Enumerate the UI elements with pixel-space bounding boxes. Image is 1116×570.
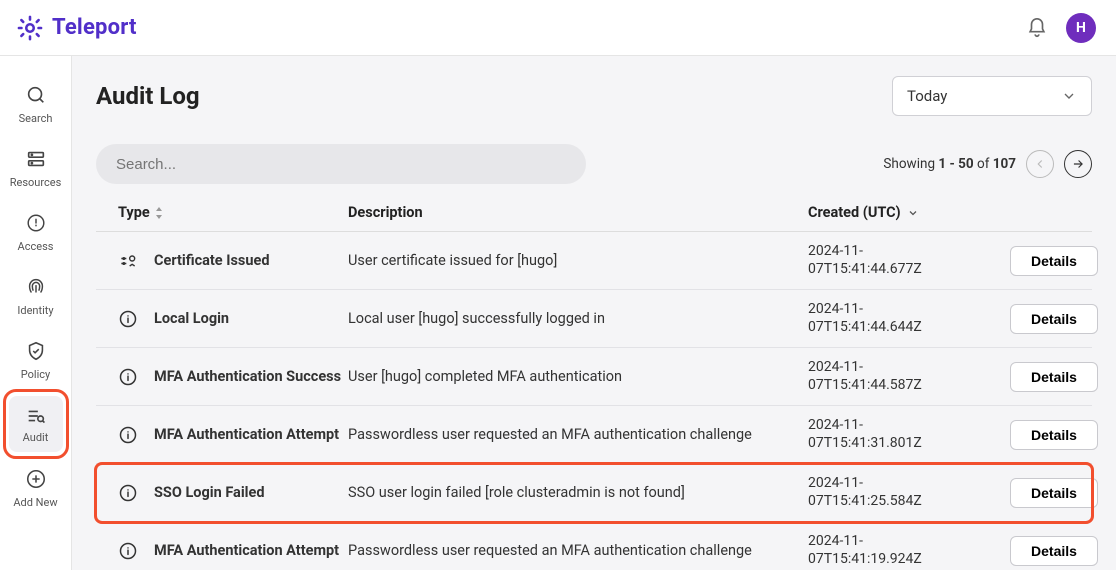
date-range-value: Today [907,87,947,105]
arrow-right-icon [1071,157,1085,171]
chevron-down-icon [1061,88,1077,104]
event-description: User certificate issued for [hugo] [348,252,808,269]
table-row: MFA Authentication Attempt Passwordless u… [96,522,1092,570]
sidebar-item-audit[interactable]: Audit [6,392,66,456]
event-created: 2024-11-07T15:41:19.924Z [808,533,968,568]
sidebar-item-resources[interactable]: Resources [6,136,66,200]
event-type: Local Login [154,310,229,327]
info-icon [118,483,138,503]
details-button[interactable]: Details [1010,420,1098,450]
event-description: Passwordless user requested an MFA authe… [348,426,808,443]
table-row: MFA Authentication Attempt Passwordless u… [96,406,1092,464]
brand-name: Teleport [52,15,137,40]
date-range-select[interactable]: Today [892,76,1092,116]
info-icon [118,367,138,387]
audit-table: Type Description Created (UTC) Certifica… [96,194,1092,570]
event-created: 2024-11-07T15:41:44.644Z [808,301,968,336]
type-cell: Local Login [118,309,348,329]
type-cell: SSO Login Failed [118,483,348,503]
sidebar-item-label: Identity [17,304,53,317]
sidebar-item-label: Policy [21,368,50,381]
policy-icon [25,340,47,362]
event-description: User [hugo] completed MFA authentication [348,368,808,385]
event-description: Local user [hugo] successfully logged in [348,310,808,327]
brand[interactable]: Teleport [16,14,137,42]
sidebar-item-label: Audit [23,431,49,444]
event-type: MFA Authentication Attempt [154,542,339,559]
details-button[interactable]: Details [1010,246,1098,276]
table-row: SSO Login Failed SSO user login failed [r… [96,464,1092,522]
event-description: SSO user login failed [role clusteradmin… [348,484,808,501]
event-description: Passwordless user requested an MFA authe… [348,542,808,559]
event-created: 2024-11-07T15:41:44.587Z [808,359,968,394]
info-icon [118,309,138,329]
sidebar-item-search[interactable]: Search [6,72,66,136]
event-type: MFA Authentication Success [154,368,341,385]
event-type: SSO Login Failed [154,484,265,501]
type-cell: MFA Authentication Attempt [118,541,348,561]
main: Audit Log Today Showing 1 - 50 of 107 [72,56,1116,570]
search-icon [25,84,47,106]
certificate-icon [118,251,138,271]
sidebar-item-label: Search [19,112,53,125]
sidebar: Search Resources Access Identity Policy … [0,56,72,570]
table-header: Type Description Created (UTC) [96,194,1092,232]
chevron-down-icon [907,207,919,219]
sort-icon [154,207,164,219]
audit-icon [25,405,47,427]
avatar[interactable]: H [1066,13,1096,43]
prev-page-button[interactable] [1026,150,1054,178]
event-created: 2024-11-07T15:41:44.677Z [808,243,968,278]
search-input-wrapper[interactable] [96,144,586,184]
sidebar-item-identity[interactable]: Identity [6,264,66,328]
arrow-left-icon [1033,157,1047,171]
event-created: 2024-11-07T15:41:25.584Z [808,475,968,510]
sidebar-item-policy[interactable]: Policy [6,328,66,392]
type-cell: MFA Authentication Attempt [118,425,348,445]
sidebar-item-access[interactable]: Access [6,200,66,264]
type-cell: MFA Authentication Success [118,367,348,387]
sidebar-item-label: Add New [13,496,57,509]
avatar-initial: H [1076,20,1086,36]
identity-icon [25,276,47,298]
type-cell: Certificate Issued [118,251,348,271]
next-page-button[interactable] [1064,150,1092,178]
sidebar-item-label: Access [18,240,54,253]
access-icon [25,212,47,234]
page-title: Audit Log [96,82,200,110]
topbar-right: H [1026,13,1096,43]
info-icon [118,425,138,445]
col-description: Description [348,204,808,221]
table-row: MFA Authentication Success User [hugo] co… [96,348,1092,406]
event-type: MFA Authentication Attempt [154,426,339,443]
pagination-text: Showing 1 - 50 of 107 [883,156,1016,172]
col-type[interactable]: Type [118,204,348,221]
notifications-icon[interactable] [1026,17,1048,39]
details-button[interactable]: Details [1010,304,1098,334]
details-button[interactable]: Details [1010,478,1098,508]
sidebar-item-add-new[interactable]: Add New [6,456,66,520]
topbar: Teleport H [0,0,1116,56]
event-created: 2024-11-07T15:41:31.801Z [808,417,968,452]
sidebar-item-label: Resources [10,176,62,189]
table-row: Local Login Local user [hugo] successfull… [96,290,1092,348]
search-input[interactable] [116,156,566,173]
add-icon [25,468,47,490]
event-type: Certificate Issued [154,252,269,269]
resources-icon [25,148,47,170]
pagination: Showing 1 - 50 of 107 [883,150,1092,178]
details-button[interactable]: Details [1010,536,1098,566]
details-button[interactable]: Details [1010,362,1098,392]
table-row: Certificate Issued User certificate issue… [96,232,1092,290]
info-icon [118,541,138,561]
logo-icon [16,14,44,42]
col-created[interactable]: Created (UTC) [808,204,968,221]
